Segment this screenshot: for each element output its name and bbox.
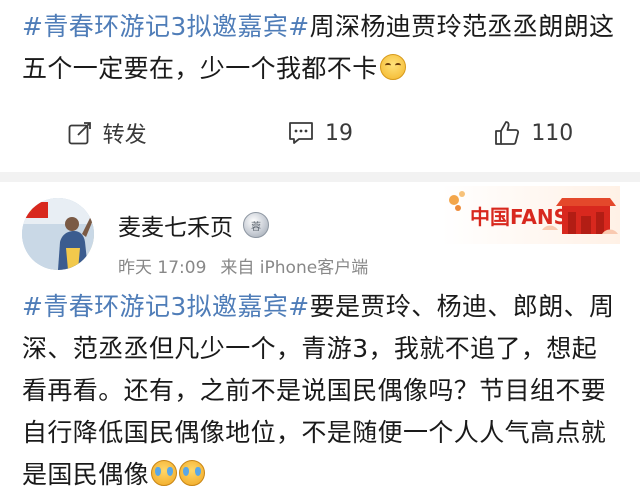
author-name: 麦麦七禾页 — [118, 215, 233, 241]
thumbs-up-icon — [493, 119, 521, 147]
china-fans-badge-icon: 中国FANS — [442, 186, 620, 244]
post-1-action-bar: 转发 19 110 — [0, 104, 640, 162]
post-source[interactable]: 来自 iPhone客户端 — [220, 253, 368, 278]
medal-icon: 蓉 — [243, 212, 269, 238]
topic-link[interactable]: #青春环游记3拟邀嘉宾# — [22, 12, 310, 41]
flag-icon — [24, 202, 48, 218]
post-card-2: 麦麦七禾页 蓉 昨天 17:09 来自 iPhone客户端 中国FANS #青春… — [0, 182, 640, 489]
post-meta: 昨天 17:09 来自 iPhone客户端 — [118, 253, 368, 278]
post-2-body: 要是贾玲、杨迪、郎朗、周深、范丞丞但凡少一个，青游3，我就不追了，想起看再看。还… — [22, 292, 615, 489]
avatar-image — [22, 198, 94, 270]
cry-emoji-icon — [179, 460, 206, 486]
comment-button[interactable]: 19 — [213, 120, 426, 146]
topic-link[interactable]: #青春环游记3拟邀嘉宾# — [22, 292, 310, 321]
like-count: 110 — [531, 120, 574, 146]
giggle-emoji-icon — [379, 54, 406, 80]
post-1-text: #青春环游记3拟邀嘉宾#周深杨迪贾玲范丞丞朗朗这五个一定要在，少一个我都不卡 — [22, 6, 620, 90]
comment-icon — [287, 120, 315, 146]
post-author[interactable]: 麦麦七禾页 蓉 — [118, 208, 269, 242]
repost-button[interactable]: 转发 — [0, 117, 213, 149]
like-button[interactable]: 110 — [427, 119, 640, 147]
post-card-1: #青春环游记3拟邀嘉宾#周深杨迪贾玲范丞丞朗朗这五个一定要在，少一个我都不卡 转… — [0, 0, 640, 178]
repost-label: 转发 — [102, 123, 147, 148]
avatar[interactable] — [22, 198, 94, 270]
repost-icon — [67, 120, 93, 146]
cry-emoji-icon — [151, 460, 178, 486]
badge-text: 中国FANS — [470, 205, 568, 229]
comment-count: 19 — [324, 120, 353, 146]
post-2-text: #青春环游记3拟邀嘉宾#要是贾玲、杨迪、郎朗、周深、范丞丞但凡少一个，青游3，我… — [22, 286, 620, 496]
post-time: 昨天 17:09 — [118, 258, 207, 278]
china-fans-badge[interactable]: 中国FANS — [442, 186, 620, 244]
feed-separator — [0, 172, 640, 182]
